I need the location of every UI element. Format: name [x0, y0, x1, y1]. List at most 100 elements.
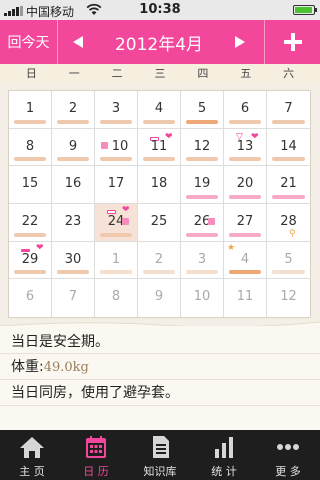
weight-value: 49.0kg: [43, 360, 89, 375]
home-icon: [20, 437, 44, 458]
day-cell[interactable]: 3: [95, 91, 138, 129]
tab-more[interactable]: 更 多: [256, 430, 320, 480]
intercourse-text: 当日同房，使用了避孕套。: [11, 385, 179, 401]
safe-period-bar: [272, 157, 305, 162]
safe-period-bar: [272, 270, 305, 275]
day-cell[interactable]: 4: [138, 91, 181, 129]
day-cell[interactable]: 26: [181, 204, 224, 242]
day-cell[interactable]: 14: [267, 129, 310, 167]
day-number: 6: [25, 289, 35, 305]
day-number: 17: [107, 176, 125, 192]
safe-period-bar: [143, 119, 175, 124]
day-cell-next-month[interactable]: 2: [138, 241, 181, 280]
triangle-right-icon: [235, 36, 245, 48]
day-cell[interactable]: 22: [9, 204, 52, 242]
safe-period-bar: [272, 119, 305, 124]
safe-period-bar: [143, 270, 175, 275]
weight-label: 体重:: [11, 359, 44, 375]
day-cell-next-month[interactable]: 3: [181, 241, 224, 280]
day-cell-next-month[interactable]: 1: [95, 241, 138, 280]
thermometer-icon: ⚲: [289, 229, 296, 239]
day-cell[interactable]: 25: [138, 204, 181, 242]
day-number: 2: [154, 251, 164, 267]
day-number: 25: [150, 214, 168, 229]
day-cell-selected[interactable]: ❤ 24: [95, 204, 138, 242]
safe-period-bar: [57, 157, 89, 162]
day-cell[interactable]: 1: [9, 91, 52, 129]
safe-period-bar: [14, 270, 46, 275]
safe-period-bar: [186, 270, 218, 275]
day-cell-next-month[interactable]: 7: [52, 279, 95, 317]
add-record-button[interactable]: [264, 20, 320, 64]
tab-calendar[interactable]: 日 历: [64, 430, 128, 480]
day-number: 20: [236, 176, 254, 192]
day-cell[interactable]: 19: [181, 166, 224, 204]
day-cell[interactable]: ❤ 11: [138, 128, 181, 167]
day-cell[interactable]: 5: [181, 91, 224, 129]
day-cell-next-month[interactable]: 10: [181, 279, 224, 317]
day-number: 22: [21, 214, 39, 229]
day-number: 10: [111, 138, 129, 154]
day-cell[interactable]: 2: [52, 91, 95, 129]
day-cell[interactable]: 17: [95, 166, 138, 204]
safe-period-bar: [100, 119, 132, 124]
day-number: 9: [154, 289, 164, 305]
day-number: 1: [111, 251, 121, 267]
safe-period-note: 当日是安全期。: [0, 326, 320, 354]
day-cell[interactable]: 12: [181, 128, 224, 167]
day-number: 8: [25, 138, 35, 154]
tab-label: 更 多: [275, 465, 301, 478]
day-cell-next-month[interactable]: 8: [95, 279, 138, 317]
day-cell[interactable]: 6: [224, 91, 267, 129]
day-cell[interactable]: 30: [52, 241, 95, 280]
triangle-left-icon: [73, 36, 83, 48]
day-cell[interactable]: 9: [52, 128, 95, 167]
back-to-today-button[interactable]: 回今天: [0, 20, 58, 64]
day-number: 19: [193, 176, 211, 192]
day-number: 9: [68, 138, 78, 154]
day-cell[interactable]: 7: [267, 91, 310, 129]
safe-period-bar: [14, 119, 46, 124]
day-cell[interactable]: 10: [95, 128, 138, 167]
day-number: 6: [240, 101, 250, 116]
day-number: 7: [68, 289, 78, 305]
day-cell-next-month[interactable]: 5: [267, 242, 310, 280]
day-cell-next-month[interactable]: ★ 4: [224, 241, 267, 280]
next-month-button[interactable]: [228, 20, 252, 64]
tab-statistics[interactable]: 统 计: [192, 430, 256, 480]
day-number: 12: [280, 289, 297, 305]
day-cell[interactable]: 8: [9, 128, 52, 167]
day-number: 5: [284, 251, 293, 267]
bar-chart-icon: [215, 437, 233, 458]
tab-home[interactable]: 主 页: [0, 430, 64, 480]
day-cell-next-month[interactable]: 9: [138, 279, 181, 317]
day-cell[interactable]: 21: [267, 166, 310, 204]
day-number: 11: [236, 289, 254, 305]
day-cell[interactable]: 16: [52, 166, 95, 204]
day-cell[interactable]: 28 ⚲: [267, 204, 310, 242]
day-cell-next-month[interactable]: 11: [224, 279, 267, 317]
day-cell[interactable]: 23: [52, 204, 95, 242]
period-bar: [186, 195, 218, 199]
period-bar: [272, 195, 305, 199]
day-number: 26: [193, 214, 211, 229]
tab-knowledge[interactable]: 知识库: [128, 430, 192, 480]
day-cell-next-month[interactable]: 12: [267, 279, 310, 317]
intercourse-note[interactable]: 当日同房，使用了避孕套。: [0, 380, 320, 406]
day-cell[interactable]: 15: [9, 166, 52, 204]
prev-month-button[interactable]: [66, 20, 90, 64]
battery-icon: [293, 5, 317, 15]
day-number: 23: [64, 214, 82, 229]
safe-period-bar: [229, 157, 261, 162]
day-cell[interactable]: ▽ ❤ 13: [224, 128, 267, 167]
period-bar: [229, 195, 261, 199]
day-cell[interactable]: 20: [224, 166, 267, 204]
day-cell[interactable]: 18: [138, 166, 181, 204]
day-cell[interactable]: ❤ 29: [9, 241, 52, 280]
status-bar: 中国移动 10:38: [0, 0, 320, 20]
weight-row[interactable]: 体重:49.0kg: [0, 354, 320, 380]
day-cell[interactable]: 27: [224, 204, 267, 242]
period-bar: [186, 232, 218, 237]
calendar-icon: [86, 436, 106, 458]
day-cell-next-month[interactable]: 6: [9, 279, 52, 317]
